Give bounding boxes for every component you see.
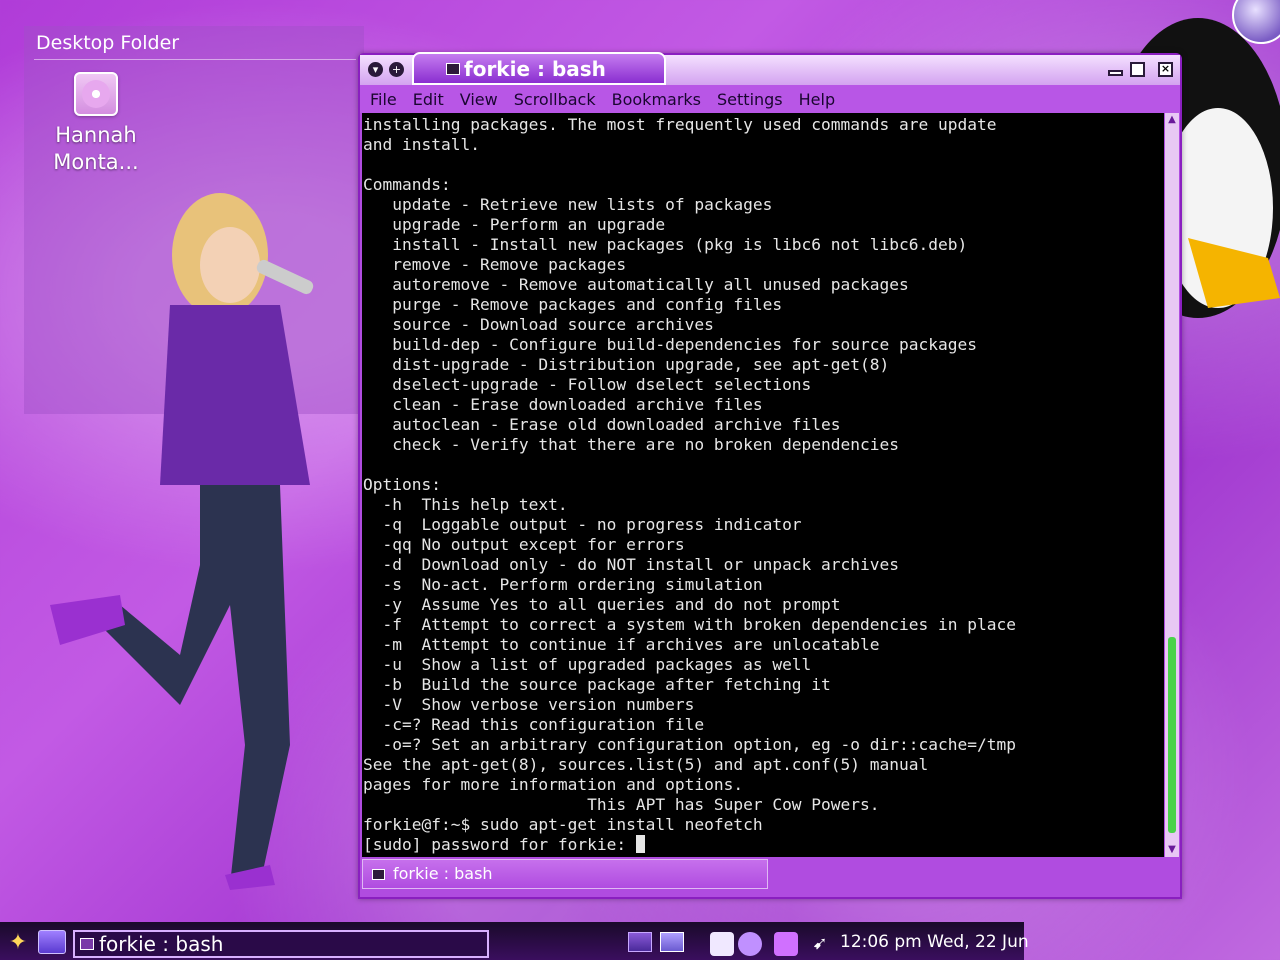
folder-divider: [34, 59, 356, 60]
folder-title: Desktop Folder: [36, 32, 180, 54]
desktop-icon-hannah-montana[interactable]: Hannah Monta...: [44, 72, 148, 176]
scroll-down-icon[interactable]: ▼: [1165, 843, 1179, 857]
folder-icon[interactable]: [38, 930, 66, 954]
tab-forkie-bash[interactable]: forkie : bash: [412, 52, 666, 85]
terminal-line: check - Verify that there are no broken …: [363, 435, 900, 454]
terminal-line: -o=? Set an arbitrary configuration opti…: [363, 735, 1016, 754]
taskbar-entry-forkie-bash[interactable]: forkie : bash: [73, 930, 489, 958]
taskbar-entry-label: forkie : bash: [99, 932, 224, 956]
terminal-icon: [372, 869, 385, 880]
terminal-line: autoclean - Erase old downloaded archive…: [363, 415, 841, 434]
menu-scrollback[interactable]: Scrollback: [514, 90, 596, 109]
terminal-line: -d Download only - do NOT install or unp…: [363, 555, 900, 574]
desktop-pager-icon[interactable]: [628, 932, 652, 952]
media-icon[interactable]: [774, 932, 798, 956]
clock[interactable]: 12:06 pm Wed, 22 Jun: [840, 930, 1029, 954]
terminal-line: dist-upgrade - Distribution upgrade, see…: [363, 355, 890, 374]
menu-file[interactable]: File: [370, 90, 397, 109]
menu-settings[interactable]: Settings: [717, 90, 783, 109]
title-bar[interactable]: ▾ + forkie : bash ×: [360, 52, 1180, 85]
terminal-line: autoremove - Remove automatically all un…: [363, 275, 909, 294]
scroll-up-icon[interactable]: ▲: [1165, 113, 1179, 127]
scrollbar-thumb[interactable]: [1168, 637, 1176, 833]
terminal-line: Commands:: [363, 175, 451, 194]
terminal-line: -b Build the source package after fetchi…: [363, 675, 831, 694]
start-menu-icon[interactable]: ✦: [4, 930, 32, 956]
terminal-line: install - Install new packages (pkg is l…: [363, 235, 968, 254]
network-icon[interactable]: ➹: [808, 932, 832, 956]
terminal-line: purge - Remove packages and config files: [363, 295, 783, 314]
terminal-line: -V Show verbose version numbers: [363, 695, 695, 714]
terminal-line: -f Attempt to correct a system with brok…: [363, 615, 1016, 634]
terminal-line: build-dep - Configure build-dependencies…: [363, 335, 977, 354]
terminal-line: upgrade - Perform an upgrade: [363, 215, 666, 234]
terminal-line: remove - Remove packages: [363, 255, 627, 274]
terminal-line: forkie@f:~$ sudo apt-get install neofetc…: [363, 815, 763, 834]
minimize-icon[interactable]: [1108, 70, 1123, 76]
terminal-output[interactable]: installing packages. The most frequently…: [362, 113, 1164, 857]
terminal-line: -q Loggable output - no progress indicat…: [363, 515, 802, 534]
window-list-icon[interactable]: [660, 932, 684, 952]
terminal-line: clean - Erase downloaded archive files: [363, 395, 763, 414]
session-tab[interactable]: forkie : bash: [362, 859, 768, 889]
text-cursor: [635, 835, 645, 853]
vertical-scrollbar[interactable]: ▲ ▼: [1165, 113, 1179, 857]
menu-help[interactable]: Help: [799, 90, 835, 109]
terminal-prompt-line: [sudo] password for forkie:: [363, 835, 1164, 855]
terminal-line: -s No-act. Perform ordering simulation: [363, 575, 763, 594]
terminal-window: ▾ + forkie : bash × File Edit View Scrol…: [358, 52, 1182, 899]
terminal-line: update - Retrieve new lists of packages: [363, 195, 773, 214]
terminal-line: -m Attempt to continue if archives are u…: [363, 635, 880, 654]
wallpaper-figure: [50, 193, 314, 890]
terminal-line: -qq No output except for errors: [363, 535, 685, 554]
menu-bar: File Edit View Scrollback Bookmarks Sett…: [360, 85, 1180, 113]
terminal-line: installing packages. The most frequently…: [363, 115, 997, 134]
terminal-line: -c=? Read this configuration file: [363, 715, 705, 734]
terminal-line: -h This help text.: [363, 495, 568, 514]
taskbar: ✦ forkie : bash ➹ 12:06 pm Wed, 22 Jun: [0, 922, 1029, 960]
sticky-pin-icon[interactable]: +: [389, 62, 404, 77]
terminal-icon: [446, 63, 460, 75]
menu-chevron-icon[interactable]: ▾: [368, 62, 383, 77]
terminal-line: dselect-upgrade - Follow dselect selecti…: [363, 375, 812, 394]
tab-title: forkie : bash: [464, 57, 606, 81]
bulb-icon[interactable]: [738, 932, 762, 956]
terminal-line: -y Assume Yes to all queries and do not …: [363, 595, 841, 614]
close-icon[interactable]: ×: [1158, 62, 1173, 77]
menu-view[interactable]: View: [460, 90, 498, 109]
session-tab-bar: forkie : bash: [362, 859, 1180, 893]
desktop-icon-label: Hannah Monta...: [53, 123, 139, 174]
terminal-line: and install.: [363, 135, 480, 154]
session-tab-label: forkie : bash: [393, 864, 493, 883]
menu-edit[interactable]: Edit: [413, 90, 444, 109]
terminal-icon: [80, 938, 94, 950]
disc-icon: [74, 72, 118, 116]
terminal-line: pages for more information and options.: [363, 775, 744, 794]
terminal-line: -u Show a list of upgraded packages as w…: [363, 655, 812, 674]
menu-bookmarks[interactable]: Bookmarks: [612, 90, 701, 109]
clipboard-icon[interactable]: [710, 932, 734, 956]
maximize-icon[interactable]: [1130, 62, 1145, 77]
terminal-line: source - Download source archives: [363, 315, 714, 334]
terminal-line: Options:: [363, 475, 441, 494]
terminal-line: This APT has Super Cow Powers.: [363, 795, 880, 814]
terminal-line: See the apt-get(8), sources.list(5) and …: [363, 755, 929, 774]
